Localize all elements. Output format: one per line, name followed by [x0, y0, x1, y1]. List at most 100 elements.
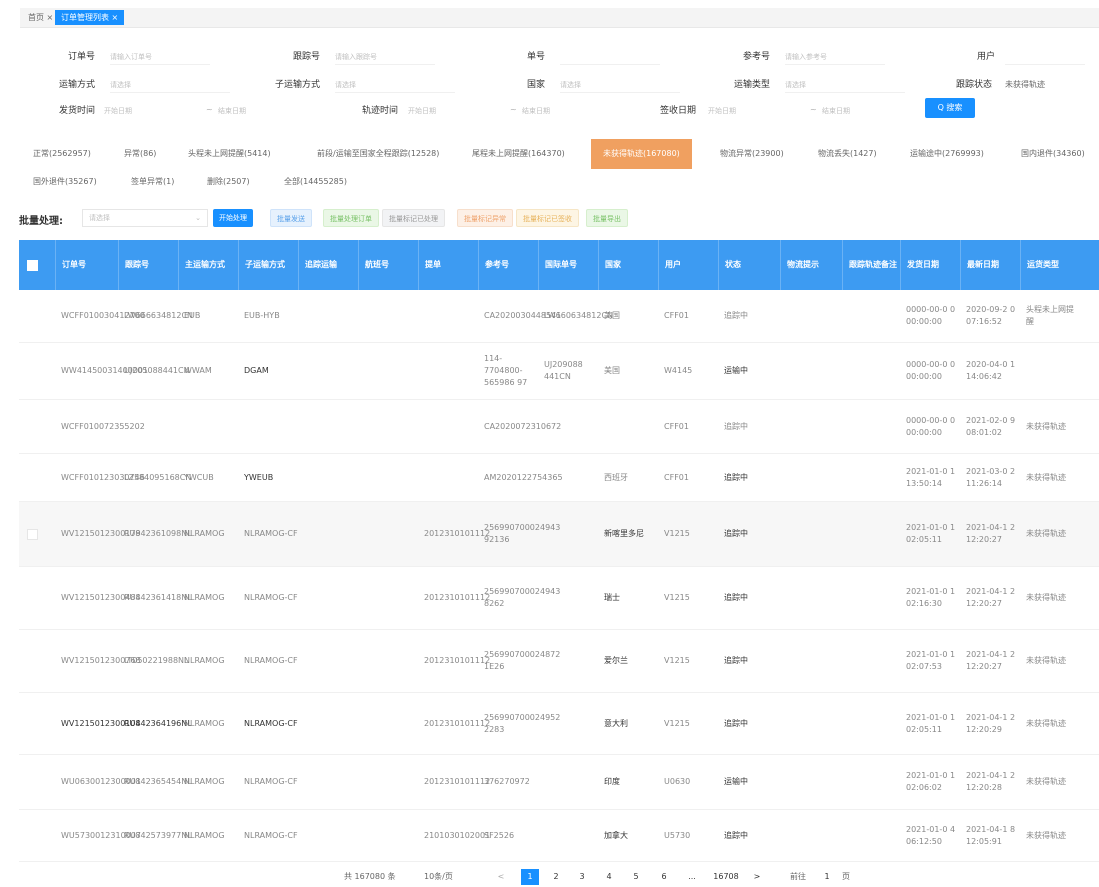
table-row[interactable]: WU0630012300001 RU842365454NL NLRAMOG NLRAM… — [19, 755, 1099, 810]
select-all-checkbox[interactable] — [27, 260, 38, 271]
reference-no-input[interactable]: 请输入参考号 — [785, 49, 885, 65]
page-number-last[interactable]: 16708 — [711, 869, 741, 885]
table-row[interactable]: WCFF010072355202 CA2020072310672 CFF01 追踪中 0… — [19, 400, 1099, 454]
table-row[interactable]: WV1215012300179 RU842361098NL NLRAMOG NLRAM… — [19, 502, 1099, 567]
table-cell — [598, 400, 658, 453]
sign-date-end-input[interactable]: 结束日期 — [822, 103, 882, 119]
status-tab-first-leg-offline[interactable]: 头程未上网提醒(5414) — [188, 139, 271, 169]
status-tab-logistics-lost[interactable]: 物流丢失(1427) — [818, 139, 877, 169]
search-button[interactable]: Q 搜索 — [925, 98, 975, 118]
table-cell: 运输中 — [724, 366, 748, 375]
column-header[interactable]: 提单 — [418, 240, 478, 290]
filter-label-track-status: 跟踪状态 — [955, 80, 992, 90]
column-header[interactable]: 最新日期 — [960, 240, 1020, 290]
status-tab-last-leg-offline[interactable]: 尾程未上网提醒(164370) — [472, 139, 565, 169]
page-number-4[interactable]: 4 — [600, 869, 618, 885]
page-number-6[interactable]: 6 — [655, 869, 673, 885]
column-header[interactable]: 订单号 — [55, 240, 118, 290]
column-header[interactable]: 国家 — [598, 240, 658, 290]
batch-action-select[interactable]: 请选择 ⌄ — [82, 209, 208, 227]
column-header[interactable]: 航班号 — [358, 240, 418, 290]
close-icon[interactable]: × — [47, 13, 54, 22]
next-page-button[interactable]: > — [748, 869, 766, 885]
table-row[interactable]: WCFF010030412700 LW666634812CN EUB EUB-HYB C… — [19, 290, 1099, 343]
status-tab-all[interactable]: 全部(14455285) — [284, 167, 347, 197]
tracking-no-input[interactable]: 请输入跟踪号 — [335, 49, 435, 65]
column-header[interactable]: 发货日期 — [900, 240, 960, 290]
status-tab-domestic-return[interactable]: 国内退件(34360) — [1021, 139, 1085, 169]
status-tab-logistics-abnormal[interactable]: 物流异常(23900) — [720, 139, 784, 169]
number-input[interactable] — [560, 49, 660, 65]
status-tab-abnormal[interactable]: 异常(86) — [124, 139, 156, 169]
table-row[interactable]: WV1215012300484 RU842361418NL NLRAMOG NLRAM… — [19, 567, 1099, 630]
filter-label-user: 用户 — [976, 52, 995, 62]
page-number-5[interactable]: 5 — [627, 869, 645, 885]
table-cell — [842, 630, 900, 692]
status-tab-deleted[interactable]: 删除(2507) — [207, 167, 250, 197]
batch-mark-processed-button[interactable]: 批量标记已处理 — [382, 209, 445, 227]
status-tab-sign-abnormal[interactable]: 签单异常(1) — [131, 167, 174, 197]
start-process-button[interactable]: 开始处理 — [213, 209, 253, 227]
sign-date-start-input[interactable]: 开始日期 — [708, 103, 768, 119]
column-header[interactable]: 跟踪轨迹备注 — [842, 240, 900, 290]
order-no-input[interactable]: 请输入订单号 — [110, 49, 210, 65]
table-cell — [780, 810, 842, 861]
batch-export-button[interactable]: 批量导出 — [586, 209, 628, 227]
status-tab-normal[interactable]: 正常(2562957) — [33, 139, 91, 169]
goto-page-input[interactable]: 1 — [820, 870, 834, 884]
table-row[interactable]: WV1215012300768 LT050221988NL NLRAMOG NLRAM… — [19, 630, 1099, 693]
column-header[interactable]: 子运输方式 — [238, 240, 298, 290]
status-tab-foreign-return[interactable]: 国外退件(35267) — [33, 167, 97, 197]
table-cell — [298, 400, 358, 453]
close-icon[interactable]: × — [112, 13, 119, 22]
prev-page-button[interactable]: < — [492, 869, 510, 885]
table-cell: UJ209088 441CN — [544, 360, 583, 381]
table-cell: 追踪中 — [724, 421, 748, 431]
column-header[interactable]: 状态 — [718, 240, 780, 290]
ship-time-start-input[interactable]: 开始日期 — [104, 103, 164, 119]
column-header[interactable]: 跟踪号 — [118, 240, 178, 290]
batch-process-button[interactable]: 批量处理订单 — [323, 209, 379, 227]
batch-mark-signed-button[interactable]: 批量标记已签收 — [516, 209, 579, 227]
page-number-1[interactable]: 1 — [521, 869, 539, 885]
table-row[interactable]: WV1215012300104 RU842364196NL NLRAMOG NLRAM… — [19, 693, 1099, 755]
ship-time-end-input[interactable]: 结束日期 — [218, 103, 278, 119]
table-row[interactable]: WU5730012310007 RU842573977NL NLRAMOG NLRAM… — [19, 810, 1099, 862]
page-number-2[interactable]: 2 — [547, 869, 565, 885]
status-tab-front-segment[interactable]: 前段/运输至国家全程跟踪(12528) — [317, 139, 439, 169]
table-cell: LZ584095168CN — [124, 472, 192, 482]
transport-type-select[interactable]: 请选择 — [785, 77, 905, 93]
table-cell: 2021-04-1 8 12:05:91 — [966, 824, 1016, 846]
table-row[interactable]: WCFF010123030746 LZ584095168CN YWCUB YWEUB A… — [19, 454, 1099, 502]
table-cell: AM2020122754365 — [484, 472, 563, 482]
page-number-3[interactable]: 3 — [573, 869, 591, 885]
tab-home[interactable]: 首页 × — [28, 11, 53, 25]
column-header[interactable]: 用户 — [658, 240, 718, 290]
table-cell — [538, 502, 598, 566]
column-header[interactable]: 运货类型 — [1020, 240, 1080, 290]
batch-mark-abnormal-button[interactable]: 批量标记异常 — [457, 209, 513, 227]
page-size-select[interactable]: 10条/页 — [424, 870, 453, 884]
column-header[interactable]: 主运输方式 — [178, 240, 238, 290]
status-tab-in-transit[interactable]: 运输途中(2769993) — [910, 139, 984, 169]
status-tab-no-track[interactable]: 未获得轨迹(167080) — [591, 139, 692, 169]
tab-order-list[interactable]: 订单管理列表 × — [55, 10, 125, 25]
country-select[interactable]: 请选择 — [560, 77, 680, 93]
column-header[interactable]: 物流提示 — [780, 240, 842, 290]
page-ellipsis[interactable]: ... — [683, 869, 701, 885]
table-cell: 爱尔兰 — [604, 656, 628, 665]
track-status-select[interactable]: 未获得轨迹 — [1005, 77, 1085, 93]
sub-transport-select[interactable]: 请选择 — [335, 77, 455, 93]
column-header[interactable]: 国际单号 — [538, 240, 598, 290]
table-row[interactable]: WW41450031400001 UJ205088441CN WWAM DGAM 114… — [19, 343, 1099, 400]
table-cell — [298, 567, 358, 629]
row-checkbox[interactable] — [27, 529, 38, 540]
track-time-start-input[interactable]: 开始日期 — [408, 103, 468, 119]
user-input[interactable] — [1005, 49, 1085, 65]
batch-send-button[interactable]: 批量发送 — [270, 209, 312, 227]
table-cell: WU5730012310007 — [61, 830, 141, 840]
column-header[interactable]: 追踪运输 — [298, 240, 358, 290]
column-header[interactable]: 参考号 — [478, 240, 538, 290]
transport-mode-select[interactable]: 请选择 — [110, 77, 230, 93]
track-time-end-input[interactable]: 结束日期 — [522, 103, 582, 119]
